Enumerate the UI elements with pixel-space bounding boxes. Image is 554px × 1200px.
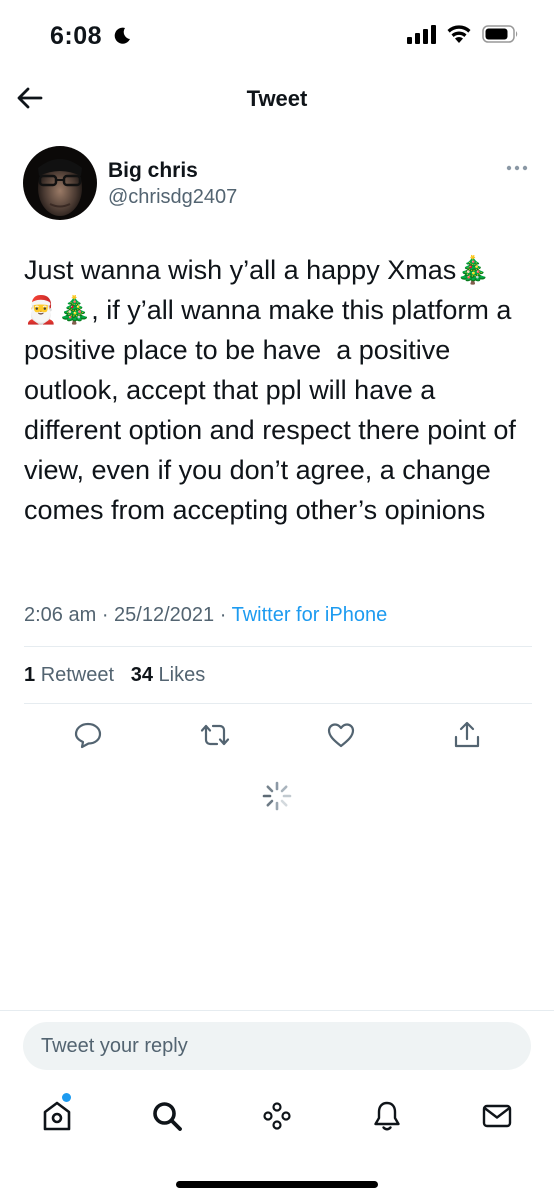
more-options-icon[interactable]: [506, 163, 528, 173]
status-indicators: [407, 24, 520, 44]
notifications-icon[interactable]: [370, 1099, 404, 1133]
focus-moon-icon: [114, 27, 130, 44]
search-icon[interactable]: [150, 1099, 184, 1133]
loading-spinner-icon: [262, 781, 292, 811]
like-label: Likes: [158, 664, 206, 686]
author-handle[interactable]: @chrisdg2407: [108, 186, 237, 209]
retweets-stat[interactable]: 1 Retweet: [24, 664, 114, 686]
status-bar: 6:08: [0, 0, 554, 72]
battery-icon: [482, 25, 518, 43]
cellular-signal-icon: [407, 24, 436, 44]
spaces-icon[interactable]: [260, 1099, 294, 1133]
divider: [24, 703, 532, 704]
share-icon[interactable]: [452, 720, 482, 750]
author-name[interactable]: Big chris: [108, 159, 198, 183]
meta-separator: ·: [96, 604, 115, 626]
divider: [0, 1010, 554, 1011]
like-count: 34: [130, 664, 153, 686]
reply-icon[interactable]: [73, 720, 103, 750]
unread-dot: [62, 1093, 71, 1102]
tweet-source-link[interactable]: Twitter for iPhone: [232, 604, 388, 626]
messages-icon[interactable]: [480, 1099, 514, 1133]
likes-stat[interactable]: 34 Likes: [131, 664, 206, 686]
tweet-date: 25/12/2021: [114, 604, 215, 626]
meta-separator: ·: [214, 604, 232, 626]
wifi-icon: [447, 25, 471, 43]
like-icon[interactable]: [326, 720, 356, 750]
avatar[interactable]: [23, 146, 97, 220]
retweet-count: 1: [24, 664, 36, 686]
reply-input[interactable]: Tweet your reply: [23, 1022, 531, 1070]
home-indicator[interactable]: [176, 1181, 378, 1188]
retweet-icon[interactable]: [200, 720, 230, 750]
page-title: Tweet: [246, 86, 308, 111]
tweet-time: 2:06 am: [24, 604, 97, 626]
status-time: 6:08: [50, 22, 103, 50]
tweet-timestamp: 2:06 am · 25/12/2021 · Twitter for iPhon…: [24, 604, 387, 627]
tweet-header: Tweet: [0, 72, 554, 126]
divider: [24, 646, 532, 647]
home-icon[interactable]: [40, 1099, 74, 1133]
retweet-label: Retweet: [40, 664, 115, 686]
tweet-text: Just wanna wish y’all a happy Xmas🎄 🎅🎄, …: [24, 255, 516, 525]
tweet-stats: 1 Retweet 34 Likes: [24, 664, 205, 687]
